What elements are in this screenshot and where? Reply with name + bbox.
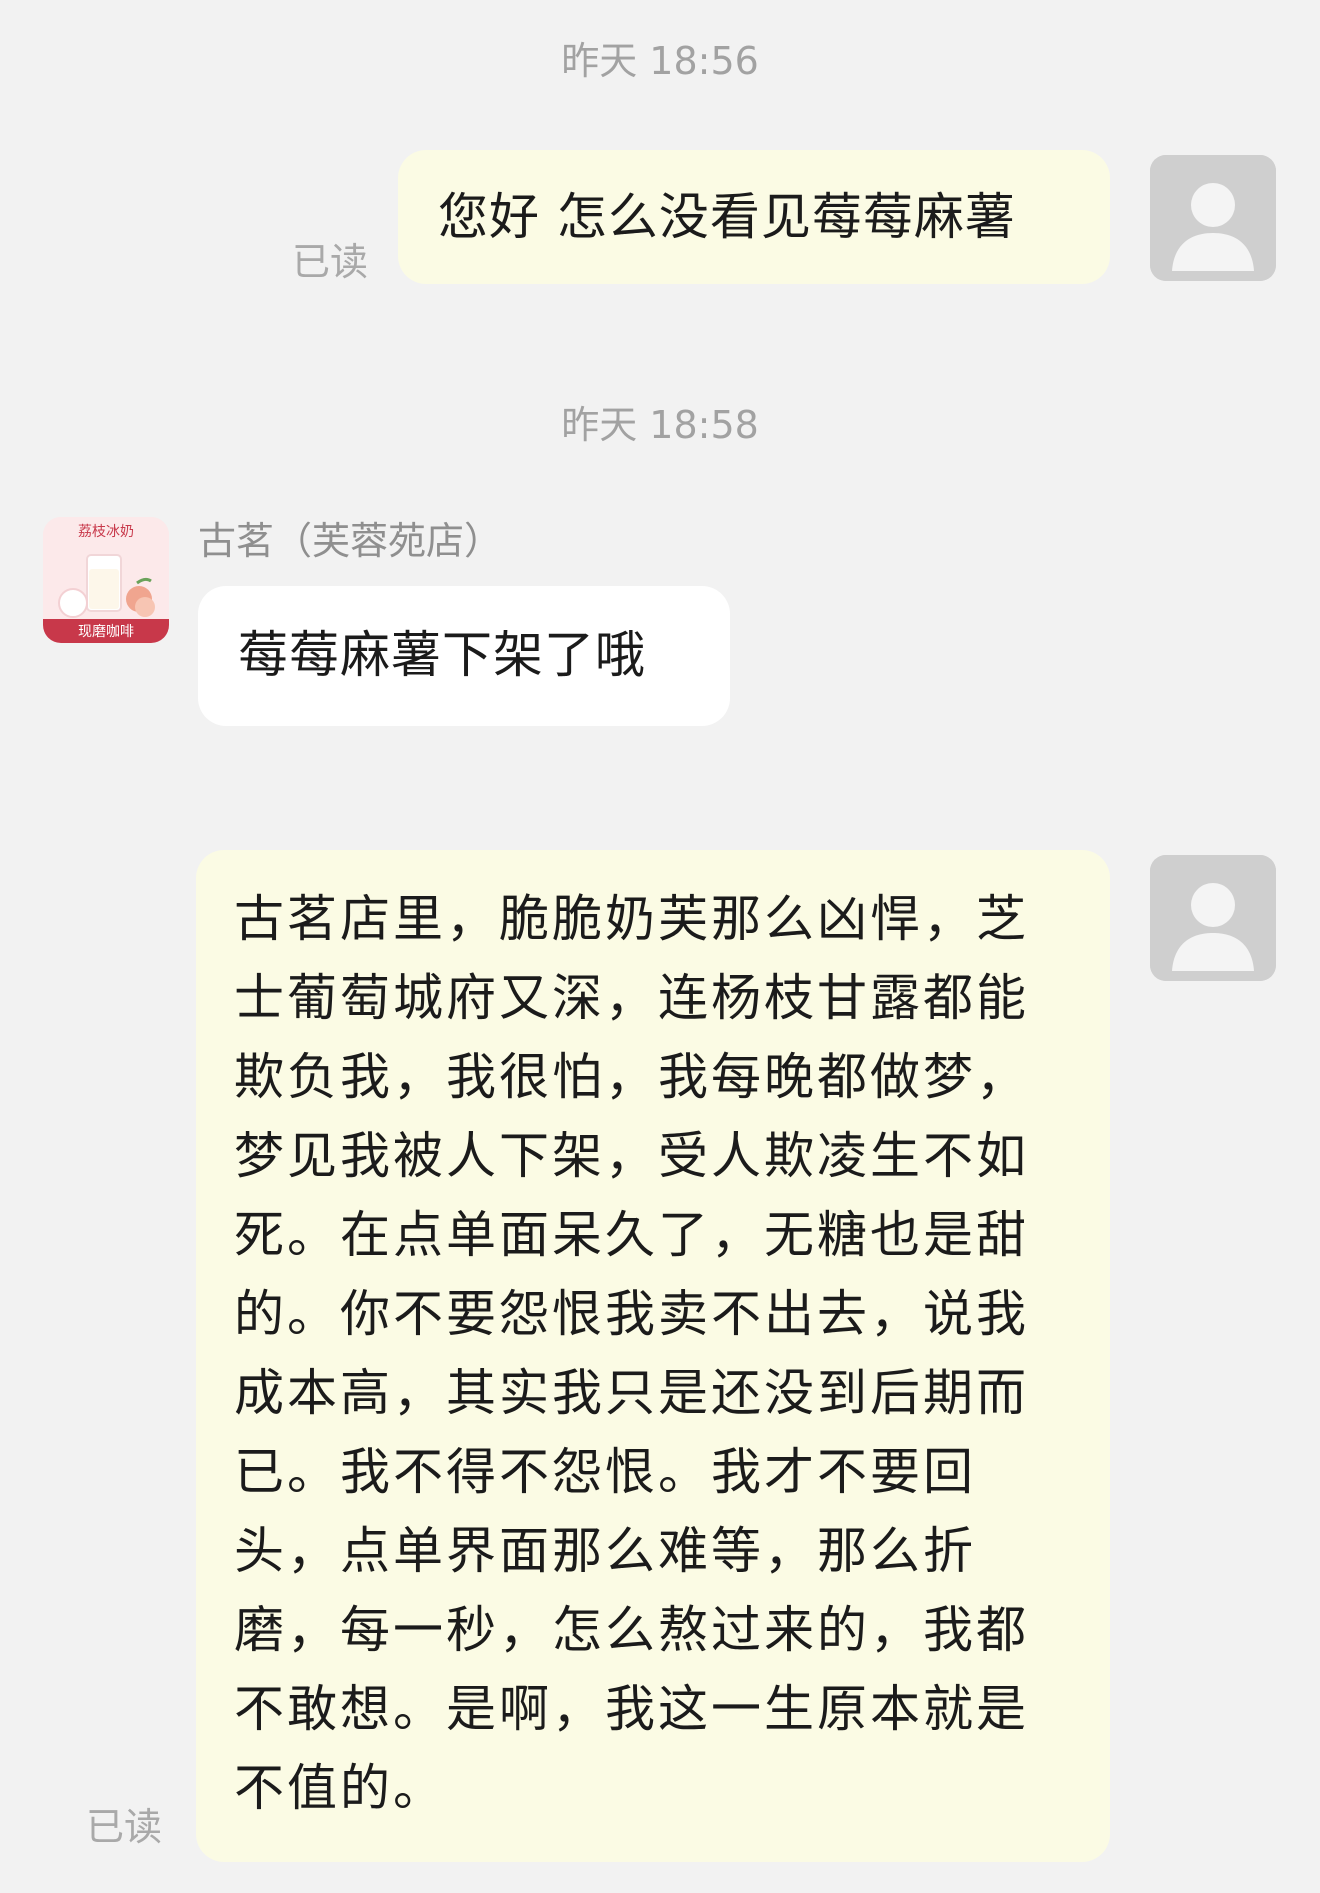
message-text: 您好 怎么没看见莓莓麻薯 xyxy=(438,188,1016,246)
outgoing-message-bubble-2[interactable]: 古茗店里，脆脆奶芙那么凶悍，芝士葡萄城府又深，连杨枝甘露都能欺负我，我很怕，我每… xyxy=(196,850,1110,1862)
message-text: 古茗店里，脆脆奶芙那么凶悍，芝士葡萄城府又深，连杨枝甘露都能欺负我，我很怕，我每… xyxy=(234,890,1029,1817)
timestamp-1: 昨天 18:56 xyxy=(561,39,759,83)
person-silhouette-icon xyxy=(1150,155,1276,281)
store-avatar-top-text: 荔枝冰奶 xyxy=(78,524,134,540)
incoming-message-bubble[interactable]: 莓莓麻薯下架了哦 xyxy=(198,586,730,726)
user-avatar[interactable] xyxy=(1150,155,1276,281)
store-avatar-bottom-text: 现磨咖啡 xyxy=(78,624,134,640)
store-avatar[interactable]: 荔枝冰奶 现磨咖啡 xyxy=(43,517,169,643)
sender-name: 古茗（芙蓉苑店） xyxy=(198,519,503,563)
person-silhouette-icon xyxy=(1150,855,1276,981)
outgoing-message-bubble-1[interactable]: 您好 怎么没看见莓莓麻薯 xyxy=(398,150,1110,284)
timestamp-2: 昨天 18:58 xyxy=(561,403,759,447)
read-receipt-1: 已读 xyxy=(292,240,369,284)
message-text: 莓莓麻薯下架了哦 xyxy=(238,626,646,684)
user-avatar[interactable] xyxy=(1150,855,1276,981)
read-receipt-2: 已读 xyxy=(86,1805,163,1849)
